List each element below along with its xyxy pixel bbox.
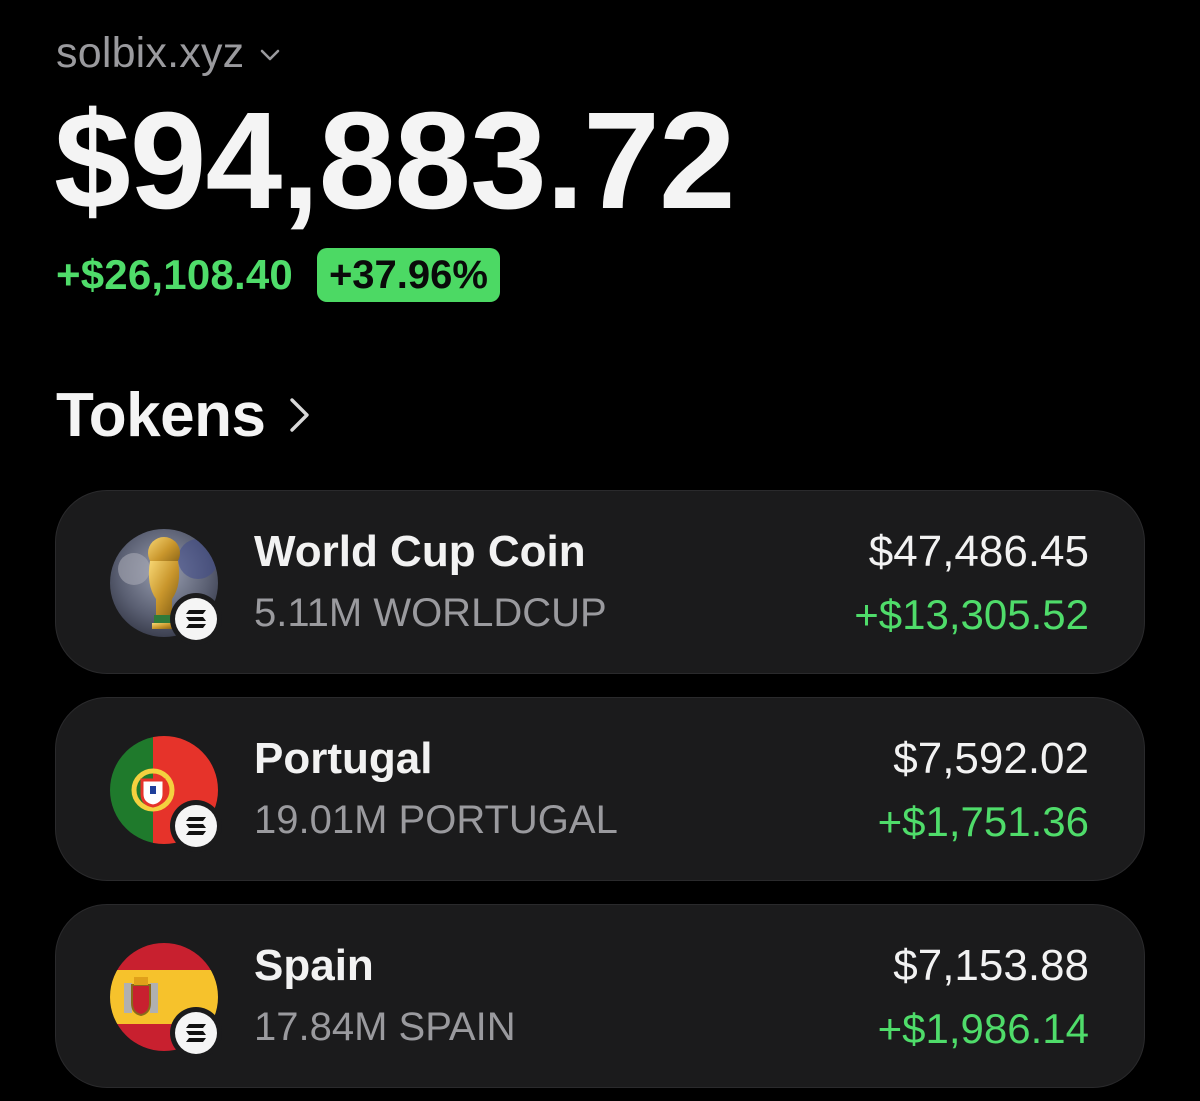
balance-change-row: +$26,108.40 +37.96% (56, 246, 500, 304)
token-name: World Cup Coin (254, 527, 586, 576)
token-row-spain[interactable]: Spain 17.84M SPAIN $7,153.88 +$1,986.14 (55, 904, 1145, 1088)
chain-badge (170, 1007, 222, 1059)
token-gain: +$13,305.52 (854, 591, 1089, 638)
solana-icon (186, 817, 206, 835)
chain-badge (170, 800, 222, 852)
account-name: solbix.xyz (56, 28, 245, 77)
token-avatar (110, 529, 222, 645)
token-avatar (110, 943, 222, 1059)
chevron-right-icon (290, 398, 310, 432)
change-percent-badge: +37.96% (316, 248, 500, 302)
account-selector[interactable]: solbix.xyz (56, 26, 282, 80)
wallet-screen: solbix.xyz $94,883.72 +$26,108.40 +37.96… (0, 0, 1200, 1101)
solana-icon (186, 1024, 206, 1042)
token-amount: 19.01M PORTUGAL (254, 798, 618, 842)
chevron-down-icon (261, 49, 280, 61)
token-gain: +$1,986.14 (877, 1005, 1089, 1052)
token-value: $7,592.02 (893, 734, 1089, 783)
token-gain: +$1,751.36 (877, 798, 1089, 845)
token-name: Spain (254, 941, 374, 990)
total-balance: $94,883.72 (54, 84, 736, 238)
token-avatar (110, 736, 222, 852)
token-row-portugal[interactable]: Portugal 19.01M PORTUGAL $7,592.02 +$1,7… (55, 697, 1145, 881)
token-amount: 5.11M WORLDCUP (254, 591, 607, 635)
solana-icon (186, 610, 206, 628)
token-name: Portugal (254, 734, 433, 783)
chain-badge (170, 593, 222, 645)
token-row-worldcup[interactable]: World Cup Coin 5.11M WORLDCUP $47,486.45… (55, 490, 1145, 674)
token-value: $47,486.45 (868, 527, 1089, 576)
change-amount: +$26,108.40 (56, 251, 293, 298)
tokens-title: Tokens (56, 380, 266, 450)
tokens-section-header[interactable]: Tokens (56, 380, 313, 450)
token-amount: 17.84M SPAIN (254, 1005, 516, 1049)
token-value: $7,153.88 (893, 941, 1089, 990)
